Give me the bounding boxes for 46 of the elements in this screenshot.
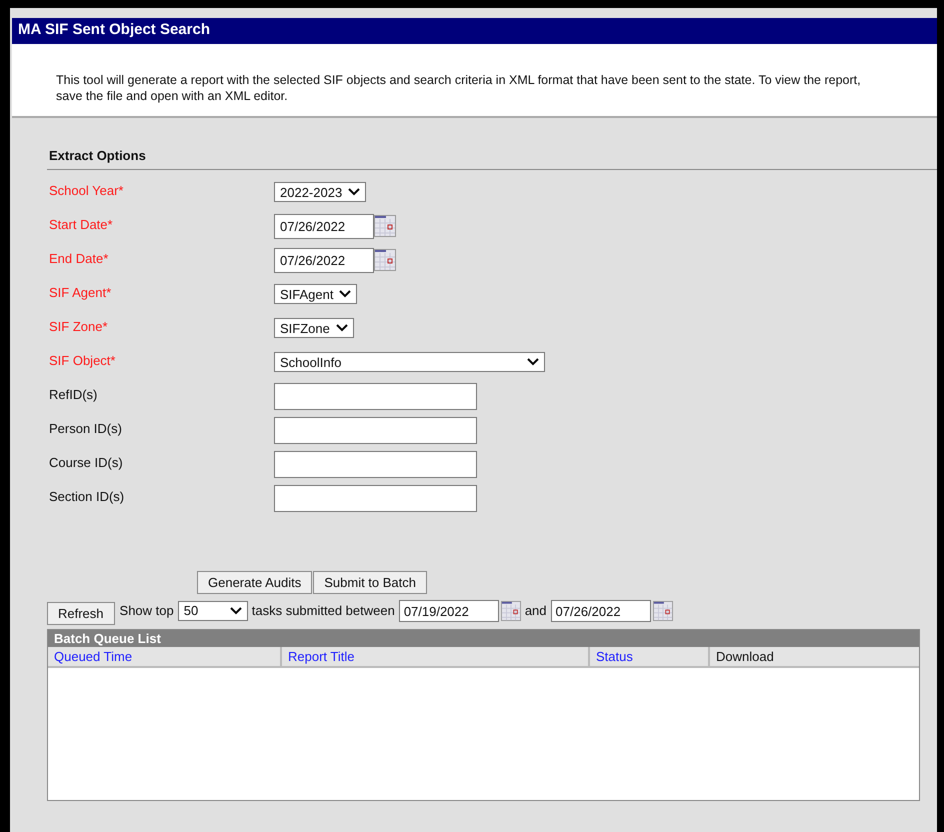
field-label: End Date* [49, 250, 110, 268]
date-field[interactable]: 07/26/2022 [274, 214, 374, 238]
field-label: Section ID(s) [49, 488, 126, 506]
field-label: Start Date* [49, 216, 114, 234]
chevron-down-icon [527, 358, 539, 366]
input-field[interactable] [274, 416, 477, 444]
date-field[interactable]: 07/19/2022 [398, 600, 499, 622]
input-field[interactable] [274, 450, 477, 478]
dropdown[interactable]: SchoolInfo [274, 352, 545, 372]
count-dropdown[interactable]: 50 [178, 600, 248, 620]
section-title: Extract Options [47, 148, 937, 170]
filter-label: and [524, 603, 548, 618]
input-field[interactable] [274, 484, 477, 512]
dropdown[interactable]: SIFAgent [274, 284, 358, 304]
action-button[interactable]: Submit to Batch [313, 571, 428, 594]
column-header[interactable]: Report Title [282, 647, 590, 666]
date-field[interactable]: 07/26/2022 [274, 248, 374, 272]
date-field[interactable]: 07/26/2022 [550, 600, 651, 622]
filter-label: Show top [118, 603, 175, 618]
input-field[interactable] [274, 382, 477, 410]
action-button[interactable]: Generate Audits [197, 571, 312, 594]
field-label: RefID(s) [49, 386, 98, 404]
description-text: This tool will generate a report with the selected SIF objects and search criteria in XML format that have been sent to the state. To view the report, save the file and open with an XML editor. [56, 72, 862, 104]
column-header[interactable]: Queued Time [48, 647, 282, 666]
panel-title: Batch Queue List [48, 630, 919, 647]
filter-label: tasks submitted between [250, 603, 396, 618]
calendar-icon[interactable] [652, 600, 673, 620]
field-label: SIF Object* [49, 352, 116, 370]
chevron-down-icon [348, 188, 360, 196]
field-label: SIF Agent* [49, 284, 112, 302]
field-label: Person ID(s) [49, 420, 123, 438]
calendar-icon[interactable] [374, 249, 396, 271]
refresh-button[interactable]: Refresh [47, 602, 115, 625]
calendar-icon[interactable] [500, 600, 521, 620]
field-label: School Year* [49, 182, 124, 200]
column-header[interactable]: Status [590, 647, 710, 666]
dropdown[interactable]: 2022-2023 [274, 182, 366, 202]
chevron-down-icon [339, 290, 352, 298]
field-label: SIF Zone* [49, 318, 109, 336]
chevron-down-icon [230, 606, 242, 614]
window-title: MA SIF Sent Object Search [12, 18, 937, 44]
column-header: Download [715, 648, 775, 666]
dropdown[interactable]: SIFZone [274, 318, 354, 338]
field-label: Course ID(s) [49, 454, 124, 472]
calendar-icon[interactable] [374, 215, 396, 237]
chevron-down-icon [336, 324, 348, 332]
